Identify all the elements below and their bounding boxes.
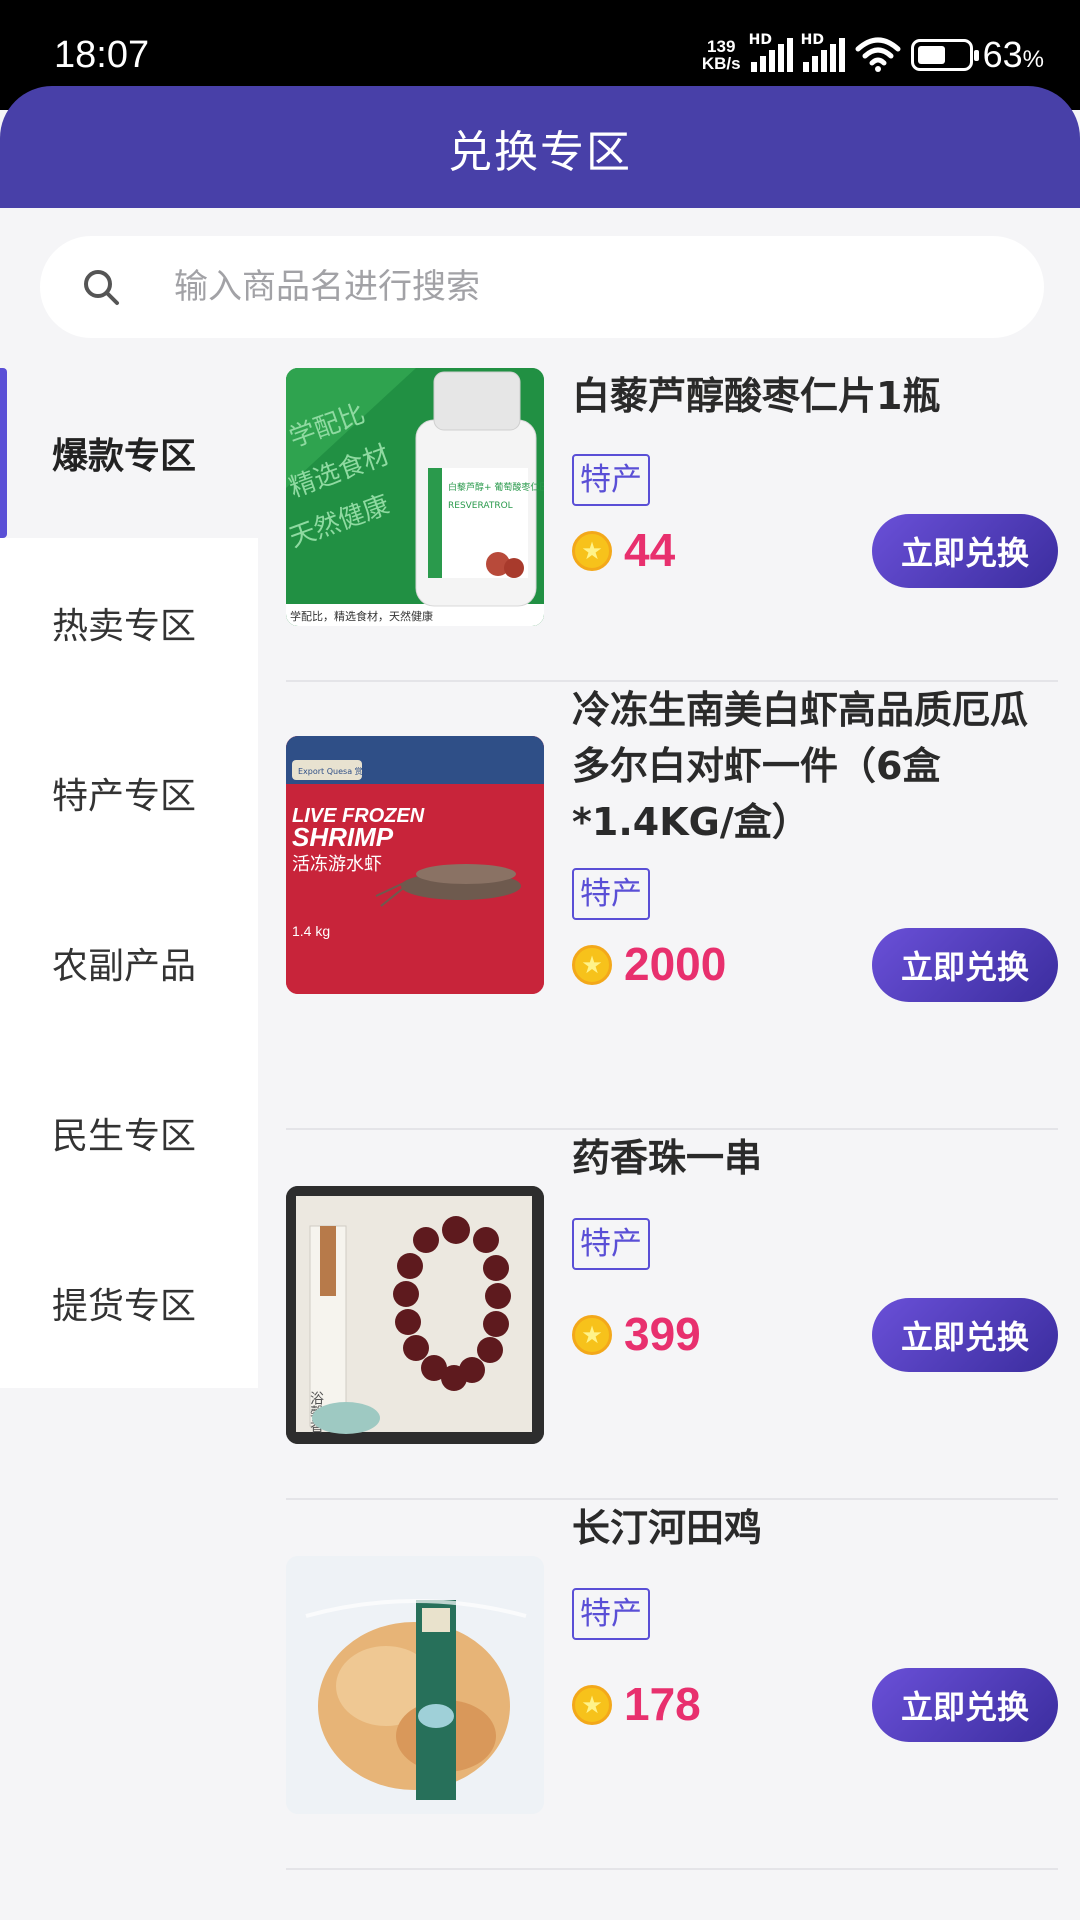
coin-icon [572,531,612,571]
sidebar-item-livelihood[interactable]: 民生专区 [0,1048,258,1218]
product-tag: 特产 [572,454,650,506]
svg-text:白藜芦醇+ 葡萄酸枣仁压片糖果: 白藜芦醇+ 葡萄酸枣仁压片糖果 [448,481,544,493]
net-speed: 139 KB/s [701,37,741,73]
redeem-button[interactable]: 立即兑换 [872,1298,1058,1372]
sidebar-item-label: 热卖专区 [52,606,197,647]
search-input[interactable] [174,256,974,318]
prayer-beads-image: 浴馨香 [286,1186,544,1444]
product-tag: 特产 [572,1218,650,1270]
sidebar-item-label: 农副产品 [52,946,197,987]
signal-icon: HD [749,32,793,72]
chicken-package-image [286,1556,544,1814]
wifi-icon [855,37,901,72]
product-price: 2000 [624,938,727,990]
battery-icon [910,39,979,71]
status-icons: 139 KB/s HD HD 63% [702,30,1044,80]
product-price: 178 [624,1678,701,1730]
redeem-button[interactable]: 立即兑换 [872,514,1058,588]
product-card[interactable]: 长汀河田鸡 特产 178 立即兑换 [286,1500,1058,1870]
product-name: 药香珠一串 [572,1136,763,1180]
coin-icon [572,1685,612,1725]
product-name: 白藜芦醇酸枣仁片1瓶 [572,374,941,418]
svg-text:Export Quesa 赏仕: Export Quesa 赏仕 [298,766,371,776]
product-image [286,1556,544,1814]
search-icon [84,270,119,305]
sidebar-item-label: 提货专区 [52,1286,197,1327]
sidebar-item-specialties[interactable]: 特产专区 [0,708,258,878]
sidebar-item-label: 民生专区 [52,1116,197,1157]
product-card[interactable]: 学配比 精选食材 天然健康 白藜芦醇+ 葡萄酸枣仁压片糖果 RESVERATRO… [286,368,1058,682]
product-price: 399 [624,1308,701,1360]
sidebar-item-hot-deals[interactable]: 爆款专区 [0,368,258,538]
sidebar-item-label: 爆款专区 [52,436,197,477]
page-title: 兑换专区 [448,127,632,178]
app-header: 兑换专区 [0,86,1080,208]
product-image: 浴馨香 [286,1186,544,1444]
status-time: 18:07 [54,34,150,76]
product-price: 44 [624,524,676,576]
product-name: 冷冻生南美白虾高品质厄瓜多尔白对虾一件（6盒*1.4KG/盒） [572,688,1029,844]
svg-text:SHRIMP: SHRIMP [292,822,394,852]
coin-icon [572,1315,612,1355]
search-bar[interactable] [40,236,1044,338]
category-sidebar: 爆款专区 热卖专区 特产专区 农副产品 民生专区 提货专区 [0,368,258,1388]
svg-text:活冻游水虾: 活冻游水虾 [292,854,382,875]
redeem-button[interactable]: 立即兑换 [872,928,1058,1002]
product-card[interactable]: Export Quesa 赏仕 LIVE FROZEN SHRIMP 活冻游水虾… [286,682,1058,1130]
product-list: 学配比 精选食材 天然健康 白藜芦醇+ 葡萄酸枣仁压片糖果 RESVERATRO… [286,368,1058,1870]
sidebar-item-farm-products[interactable]: 农副产品 [0,878,258,1048]
product-image: 学配比 精选食材 天然健康 白藜芦醇+ 葡萄酸枣仁压片糖果 RESVERATRO… [286,368,544,626]
supplement-bottle-image: 学配比 精选食材 天然健康 白藜芦醇+ 葡萄酸枣仁压片糖果 RESVERATRO… [286,368,544,626]
shrimp-box-image: Export Quesa 赏仕 LIVE FROZEN SHRIMP 活冻游水虾… [286,736,544,994]
redeem-button[interactable]: 立即兑换 [872,1668,1058,1742]
svg-text:1.4 kg: 1.4 kg [292,923,330,939]
coin-icon [572,945,612,985]
battery-percent: 63% [982,34,1044,75]
svg-text:RESVERATROL: RESVERATROL [448,501,513,511]
signal-icon: HD [801,32,845,72]
sidebar-item-pickup[interactable]: 提货专区 [0,1218,258,1388]
product-tag: 特产 [572,868,650,920]
sidebar-item-best-sellers[interactable]: 热卖专区 [0,538,258,708]
product-tag: 特产 [572,1588,650,1640]
product-name: 长汀河田鸡 [572,1506,763,1550]
sidebar-item-label: 特产专区 [52,776,197,817]
product-card[interactable]: 浴馨香 药香珠一串 特产 399 立即兑换 [286,1130,1058,1500]
svg-text:学配比，精选食材，天然健康: 学配比，精选食材，天然健康 [290,609,433,623]
product-image: Export Quesa 赏仕 LIVE FROZEN SHRIMP 活冻游水虾… [286,736,544,994]
